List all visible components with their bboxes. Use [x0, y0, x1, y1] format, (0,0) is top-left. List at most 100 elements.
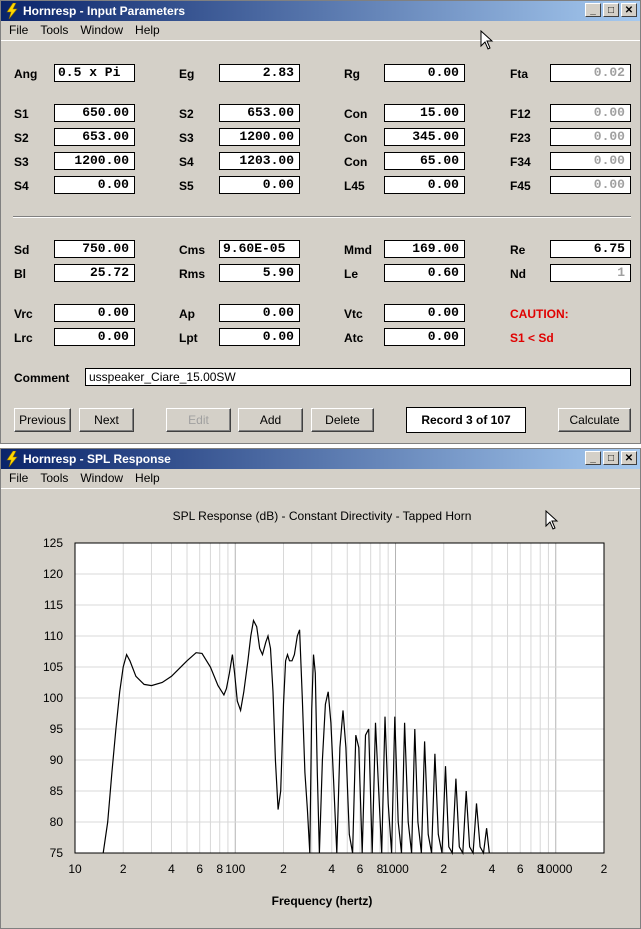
x-tick-label: 10	[68, 862, 82, 876]
field-s1[interactable]: 650.00	[54, 104, 135, 122]
label-le: Le	[344, 267, 359, 281]
menu-help[interactable]: Help	[129, 21, 166, 40]
x-tick-label: 10000	[539, 862, 573, 876]
label-re: Re	[510, 243, 526, 257]
record-indicator: Record 3 of 107	[406, 407, 526, 433]
field-s3[interactable]: 1200.00	[54, 152, 135, 170]
menu-window[interactable]: Window	[74, 469, 129, 488]
minimize-button[interactable]: _	[585, 451, 601, 465]
field-ang[interactable]: 0.5 x Pi	[54, 64, 135, 82]
y-tick-label: 100	[43, 691, 63, 705]
label-s2: S2	[14, 131, 29, 145]
hornresp-app-icon	[6, 3, 18, 19]
field-con-1[interactable]: 15.00	[384, 104, 465, 122]
field-f34[interactable]: 0.00	[550, 152, 631, 170]
delete-button[interactable]: Delete	[311, 408, 374, 432]
field-eg[interactable]: 2.83	[219, 64, 300, 82]
caution-title: CAUTION:	[510, 307, 569, 321]
section-divider	[13, 216, 631, 218]
label-f45: F45	[510, 179, 531, 193]
y-tick-label: 80	[50, 815, 64, 829]
calculate-button[interactable]: Calculate	[558, 408, 631, 432]
field-vtc[interactable]: 0.00	[384, 304, 465, 322]
field-s2-right[interactable]: 653.00	[219, 104, 300, 122]
field-s4[interactable]: 0.00	[54, 176, 135, 194]
field-rg[interactable]: 0.00	[384, 64, 465, 82]
label-s2-right: S2	[179, 107, 194, 121]
label-eg: Eg	[179, 67, 195, 81]
field-f23[interactable]: 0.00	[550, 128, 631, 146]
label-con-1: Con	[344, 107, 368, 121]
field-le[interactable]: 0.60	[384, 264, 465, 282]
field-f12[interactable]: 0.00	[550, 104, 631, 122]
maximize-button[interactable]: □	[603, 3, 619, 17]
menu-file[interactable]: File	[3, 21, 34, 40]
label-con-2: Con	[344, 131, 368, 145]
label-nd: Nd	[510, 267, 526, 281]
label-f34: F34	[510, 155, 531, 169]
close-button[interactable]: ✕	[621, 3, 637, 17]
label-atc: Atc	[344, 331, 364, 345]
x-tick-label: 4	[328, 862, 335, 876]
menu-window[interactable]: Window	[74, 21, 129, 40]
label-f23: F23	[510, 131, 531, 145]
field-ap[interactable]: 0.00	[219, 304, 300, 322]
field-s5[interactable]: 0.00	[219, 176, 300, 194]
label-vrc: Vrc	[14, 307, 33, 321]
label-mmd: Mmd	[344, 243, 372, 257]
edit-button[interactable]: Edit	[166, 408, 231, 432]
x-tick-label: 2	[440, 862, 447, 876]
field-lpt[interactable]: 0.00	[219, 328, 300, 346]
label-lpt: Lpt	[179, 331, 198, 345]
y-tick-label: 110	[44, 629, 63, 643]
titlebar-input[interactable]: Hornresp - Input Parameters _ □ ✕	[1, 1, 640, 21]
x-axis-label: Frequency (hertz)	[272, 894, 373, 908]
label-ap: Ap	[179, 307, 195, 321]
field-bl[interactable]: 25.72	[54, 264, 135, 282]
field-rms[interactable]: 5.90	[219, 264, 300, 282]
field-mmd[interactable]: 169.00	[384, 240, 465, 258]
window-title: Hornresp - Input Parameters	[23, 4, 186, 18]
menubar: File Tools Window Help	[1, 469, 640, 489]
previous-button[interactable]: Previous	[14, 408, 71, 432]
label-con-3: Con	[344, 155, 368, 169]
field-s3-right[interactable]: 1200.00	[219, 128, 300, 146]
add-button[interactable]: Add	[238, 408, 303, 432]
label-s3: S3	[14, 155, 29, 169]
next-button[interactable]: Next	[79, 408, 134, 432]
label-cms: Cms	[179, 243, 206, 257]
field-atc[interactable]: 0.00	[384, 328, 465, 346]
field-f45[interactable]: 0.00	[550, 176, 631, 194]
titlebar-spl[interactable]: Hornresp - SPL Response _ □ ✕	[1, 449, 640, 469]
mouse-cursor-icon	[545, 510, 559, 530]
close-button[interactable]: ✕	[621, 451, 637, 465]
minimize-button[interactable]: _	[585, 3, 601, 17]
menu-help[interactable]: Help	[129, 469, 166, 488]
window-title: Hornresp - SPL Response	[23, 452, 171, 466]
field-nd[interactable]: 1	[550, 264, 631, 282]
field-fta[interactable]: 0.02	[550, 64, 631, 82]
field-s4-right[interactable]: 1203.00	[219, 152, 300, 170]
menu-tools[interactable]: Tools	[34, 21, 74, 40]
y-tick-label: 85	[50, 784, 64, 798]
field-sd[interactable]: 750.00	[54, 240, 135, 258]
field-con-2[interactable]: 345.00	[384, 128, 465, 146]
field-re[interactable]: 6.75	[550, 240, 631, 258]
field-lrc[interactable]: 0.00	[54, 328, 135, 346]
y-tick-label: 95	[50, 722, 64, 736]
menu-tools[interactable]: Tools	[34, 469, 74, 488]
x-tick-label: 8	[216, 862, 223, 876]
label-s3-right: S3	[179, 131, 194, 145]
comment-input[interactable]: usspeaker_Ciare_15.00SW	[85, 368, 631, 386]
label-s4: S4	[14, 179, 29, 193]
field-s2[interactable]: 653.00	[54, 128, 135, 146]
field-vrc[interactable]: 0.00	[54, 304, 135, 322]
label-bl: Bl	[14, 267, 26, 281]
maximize-button[interactable]: □	[603, 451, 619, 465]
menubar: File Tools Window Help	[1, 21, 640, 41]
field-l45[interactable]: 0.00	[384, 176, 465, 194]
menu-file[interactable]: File	[3, 469, 34, 488]
field-con-3[interactable]: 65.00	[384, 152, 465, 170]
field-cms[interactable]: 9.60E-05	[219, 240, 300, 258]
label-s1: S1	[14, 107, 29, 121]
